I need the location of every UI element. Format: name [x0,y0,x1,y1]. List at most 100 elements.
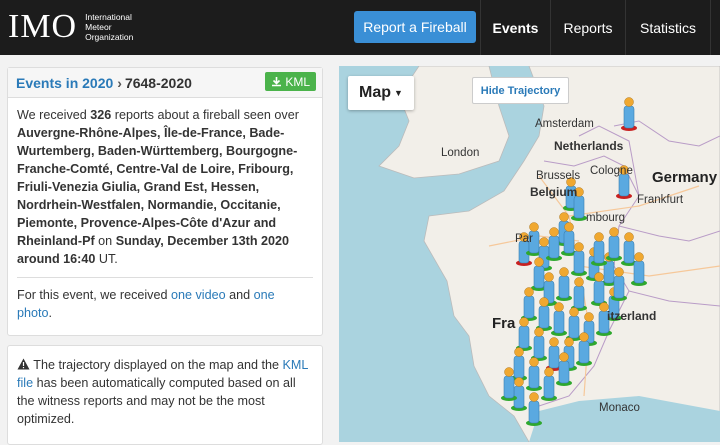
event-map[interactable]: Map ▼ Hide Trajectory Amsterdam Netherla… [339,66,720,442]
marker-head [559,267,569,277]
marker-body [573,285,585,309]
marker-body [618,173,630,197]
marker-body [533,335,545,359]
logo-line3: Organization [85,32,134,42]
marker-head [579,332,589,342]
map-label-belgium: Belgium [530,185,578,199]
summary-intro: We received [17,108,87,122]
marker-head [584,312,594,322]
marker-head [539,297,549,307]
marker-body [578,340,590,364]
marker-head [519,317,529,327]
logo-line1: International [85,12,132,22]
marker-body [633,260,645,284]
chevron-down-icon: ▼ [394,88,403,98]
summary-intro-tail: reports about a fireball seen over [114,108,299,122]
marker-head [564,222,574,232]
marker-body [623,240,635,264]
nav-statistics[interactable]: Statistics [625,0,710,55]
warning-icon [17,358,30,370]
marker-body [623,105,635,129]
map-label-netherlands: Netherlands [554,139,624,153]
warning-text-before: The trajectory displayed on the map and … [33,358,280,372]
map-label-london: London [441,147,480,159]
hide-trajectory-button[interactable]: Hide Trajectory [472,77,569,104]
download-icon [272,77,282,87]
events-year-link[interactable]: Events in 2020 [16,75,113,91]
map-type-dropdown[interactable]: Map ▼ [348,76,414,110]
marker-body [523,295,535,319]
marker-head [564,337,574,347]
marker-head [594,272,604,282]
map-base [378,66,720,442]
imo-logo[interactable]: IMO International Meteor Organization [8,6,133,48]
logo-text: International Meteor Organization [85,12,133,42]
marker-head [624,97,634,107]
marker-head [574,242,584,252]
region-list: Auvergne-Rhône-Alpes, Île-de-France, Bad… [17,126,298,248]
event-summary-panel: Events in 2020 › 7648-2020 KML We receiv… [7,67,323,336]
divider [17,277,313,278]
marker-head [539,237,549,247]
logo-mark: IMO [8,8,78,45]
map-label-germany: Germany [652,169,718,186]
warning-text-after: has been automatically computed based on… [17,376,296,426]
trajectory-warning: The trajectory displayed on the map and … [8,346,322,438]
marker-body [518,325,530,349]
marker-head [544,367,554,377]
nav-reports[interactable]: Reports [550,0,625,55]
marker-head [569,307,579,317]
video-link[interactable]: one video [171,288,226,302]
event-description: We received 326 reports about a fireball… [8,98,322,322]
marker-body [573,250,585,274]
marker-body [613,275,625,299]
marker-head [534,327,544,337]
marker-head [624,232,634,242]
marker-body [528,365,540,389]
map-label-france: Fra [492,315,516,332]
nav-events[interactable]: Events [480,0,550,55]
marker-body [513,355,525,379]
map-type-label: Map [359,84,392,101]
marker-body [528,400,540,424]
kml-label: KML [285,74,310,89]
map-label-amsterdam: Amsterdam [535,118,594,130]
marker-head [514,347,524,357]
breadcrumb-separator: › [117,74,122,91]
map-label-switzerland: itzerland [607,309,657,323]
marker-head [524,287,534,297]
media-intro: For this event, we received [17,288,168,302]
marker-head [529,392,539,402]
marker-head [529,222,539,232]
marker-head [559,352,569,362]
marker-head [609,227,619,237]
marker-body [568,315,580,339]
marker-head [634,252,644,262]
marker-body [593,240,605,264]
marker-head [529,357,539,367]
report-summary: We received 326 reports about a fireball… [17,106,313,268]
marker-body [573,195,585,219]
marker-body [503,375,515,399]
map-label-luxembourg: mbourg [586,212,625,224]
marker-body [563,230,575,254]
report-count: 326 [90,108,112,122]
media-and: and [229,288,251,302]
marker-body [548,235,560,259]
summary-on: on [98,234,113,248]
top-navigation-bar: IMO International Meteor Organization Re… [0,0,720,55]
marker-body [538,305,550,329]
marker-head [549,227,559,237]
kml-download-button[interactable]: KML [265,72,316,91]
event-breadcrumb: Events in 2020 › 7648-2020 KML [8,68,322,98]
map-label-brussels: Brussels [536,170,581,182]
marker-body [533,265,545,289]
report-fireball-button[interactable]: Report a Fireball [354,11,476,43]
marker-head [544,272,554,282]
marker-body [608,235,620,259]
nav-overflow [710,0,720,55]
media-summary: For this event, we received one video an… [17,286,313,322]
marker-head [574,277,584,287]
event-timezone: UT. [98,252,118,266]
marker-body [593,280,605,304]
